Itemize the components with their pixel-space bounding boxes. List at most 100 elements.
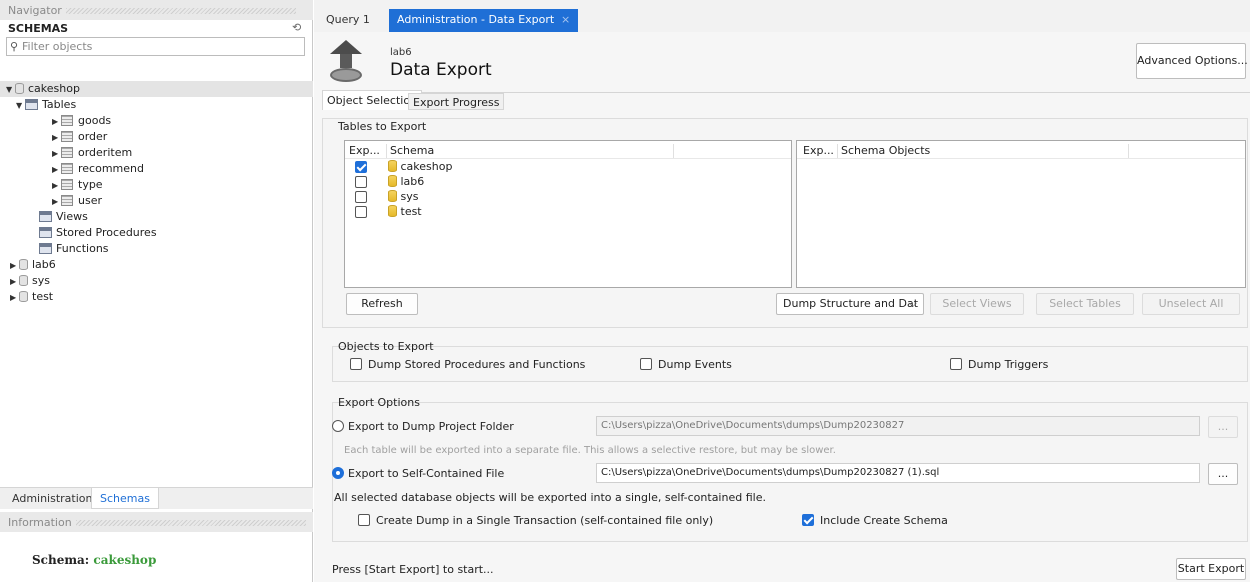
list-item[interactable]: cakeshop [388, 160, 452, 173]
tree-table-row[interactable]: ▶ user [52, 193, 102, 209]
select-views-button[interactable]: Select Views [930, 293, 1024, 315]
database-icon [19, 275, 28, 286]
col-schema-objects-header[interactable]: Schema Objects [837, 144, 1129, 158]
schema-checkbox[interactable] [355, 176, 367, 188]
list-item[interactable]: test [388, 205, 422, 218]
start-export-button[interactable]: Start Export [1176, 558, 1246, 580]
export-file-label[interactable]: Export to Self-Contained File [348, 467, 504, 480]
browse-file-button[interactable]: ... [1208, 463, 1238, 485]
schema-checkbox[interactable] [355, 206, 367, 218]
dump-events-checkbox[interactable] [640, 358, 652, 370]
refresh-schemas-icon[interactable]: ⟲ [292, 21, 301, 34]
tab-export-progress[interactable]: Export Progress [408, 93, 505, 110]
file-path-field[interactable]: C:\Users\pizza\OneDrive\Documents\dumps\… [596, 463, 1200, 483]
views-folder-icon [39, 211, 52, 222]
tab-object-selection[interactable]: Object Selection [322, 90, 423, 110]
export-folder-label[interactable]: Export to Dump Project Folder [348, 420, 514, 433]
navigator-bottom-tabs: Administration Schemas [0, 487, 313, 509]
refresh-button[interactable]: Refresh [346, 293, 418, 315]
tree-functions[interactable]: Functions [39, 241, 109, 257]
col-export-header[interactable]: Exp... [803, 144, 834, 157]
tab-data-export[interactable]: Administration - Data Export × [389, 9, 579, 32]
tree-tables[interactable]: ▼ Tables [16, 97, 76, 113]
tree-table-row[interactable]: ▶ goods [52, 113, 111, 129]
collapsed-triangle-icon[interactable]: ▶ [10, 274, 19, 290]
tree-table-row[interactable]: ▶ recommend [52, 161, 144, 177]
schema-list[interactable]: Exp... Schema cakeshop lab6 sys test [344, 140, 792, 288]
table-icon [61, 179, 73, 190]
export-file-radio[interactable] [332, 467, 344, 479]
tree-db-sys[interactable]: ▶ sys [10, 273, 50, 289]
table-icon [61, 115, 73, 126]
col-export-header[interactable]: Exp... [349, 144, 380, 157]
dump-triggers-label[interactable]: Dump Triggers [968, 358, 1048, 371]
dump-events-label[interactable]: Dump Events [658, 358, 732, 371]
tree-table-row[interactable]: ▶ orderitem [52, 145, 132, 161]
tree-views[interactable]: Views [39, 209, 88, 225]
filter-objects-input[interactable]: ⚲ Filter objects [6, 37, 305, 56]
functions-folder-icon [39, 243, 52, 254]
schema-checkbox[interactable] [355, 191, 367, 203]
status-text: Press [Start Export] to start... [332, 563, 494, 576]
dump-triggers-checkbox[interactable] [950, 358, 962, 370]
collapsed-triangle-icon[interactable]: ▶ [52, 194, 61, 210]
collapsed-triangle-icon[interactable]: ▶ [52, 114, 61, 130]
tree-stored-procedures[interactable]: Stored Procedures [39, 225, 157, 241]
database-icon [15, 83, 24, 94]
unselect-all-button[interactable]: Unselect All [1142, 293, 1240, 315]
tab-query-1[interactable]: Query 1 [318, 9, 378, 32]
tables-folder-icon [25, 99, 38, 110]
tables-to-export-legend: Tables to Export [338, 120, 427, 133]
tab-administration[interactable]: Administration [4, 488, 101, 510]
include-create-schema-checkbox[interactable] [802, 514, 814, 526]
tree-db-lab6[interactable]: ▶ lab6 [10, 257, 56, 273]
single-transaction-checkbox[interactable] [358, 514, 370, 526]
browse-folder-button[interactable]: ... [1208, 416, 1238, 438]
collapsed-triangle-icon[interactable]: ▶ [52, 178, 61, 194]
select-tables-button[interactable]: Select Tables [1036, 293, 1134, 315]
tree-db-cakeshop[interactable]: ▼ cakeshop [0, 81, 313, 97]
collapsed-triangle-icon[interactable]: ▶ [10, 290, 19, 306]
procedures-folder-icon [39, 227, 52, 238]
expanded-triangle-icon[interactable]: ▼ [6, 82, 15, 98]
folder-path-field[interactable]: C:\Users\pizza\OneDrive\Documents\dumps\… [596, 416, 1200, 436]
dump-procedures-checkbox[interactable] [350, 358, 362, 370]
list-item[interactable]: lab6 [388, 175, 424, 188]
dump-procedures-label[interactable]: Dump Stored Procedures and Functions [368, 358, 585, 371]
schema-db-icon [388, 190, 397, 202]
advanced-options-button[interactable]: Advanced Options... [1136, 43, 1248, 79]
tab-schemas[interactable]: Schemas [91, 488, 159, 509]
schema-checkbox[interactable] [355, 161, 367, 173]
main-area: lab6 Data Export Advanced Options... Obj… [314, 32, 1250, 582]
table-icon [61, 195, 73, 206]
database-icon [19, 259, 28, 270]
page-title: Data Export [390, 60, 492, 80]
list-item[interactable]: sys [388, 190, 418, 203]
navigator-header: Navigator [0, 0, 313, 20]
expanded-triangle-icon[interactable]: ▼ [16, 98, 25, 114]
single-transaction-label[interactable]: Create Dump in a Single Transaction (sel… [376, 514, 713, 527]
close-tab-icon[interactable]: × [561, 9, 570, 31]
file-note: All selected database objects will be ex… [334, 491, 766, 504]
info-schema-value: cakeshop [93, 553, 157, 567]
database-icon [19, 291, 28, 302]
include-create-schema-label[interactable]: Include Create Schema [820, 514, 948, 527]
collapsed-triangle-icon[interactable]: ▶ [52, 162, 61, 178]
schema-objects-list[interactable]: Exp... Schema Objects [796, 140, 1246, 288]
collapsed-triangle-icon[interactable]: ▶ [52, 130, 61, 146]
export-folder-radio[interactable] [332, 420, 344, 432]
filter-placeholder: Filter objects [22, 40, 93, 53]
dump-type-select[interactable]: Dump Structure and Dat ⌵ [776, 293, 924, 315]
navigator-panel: Navigator SCHEMAS ⟲ ⚲ Filter objects ▼ ca… [0, 0, 313, 582]
tree-table-row[interactable]: ▶ order [52, 129, 107, 145]
collapsed-triangle-icon[interactable]: ▶ [10, 258, 19, 274]
tree-table-row[interactable]: ▶ type [52, 177, 103, 193]
tree-db-test[interactable]: ▶ test [10, 289, 53, 305]
schema-db-icon [388, 205, 397, 217]
info-schema: Schema: cakeshop [32, 553, 157, 567]
navigator-title: Navigator [8, 4, 62, 17]
data-export-icon [330, 40, 362, 86]
schema-subtitle: lab6 [390, 47, 412, 58]
collapsed-triangle-icon[interactable]: ▶ [52, 146, 61, 162]
col-schema-header[interactable]: Schema [386, 144, 674, 158]
